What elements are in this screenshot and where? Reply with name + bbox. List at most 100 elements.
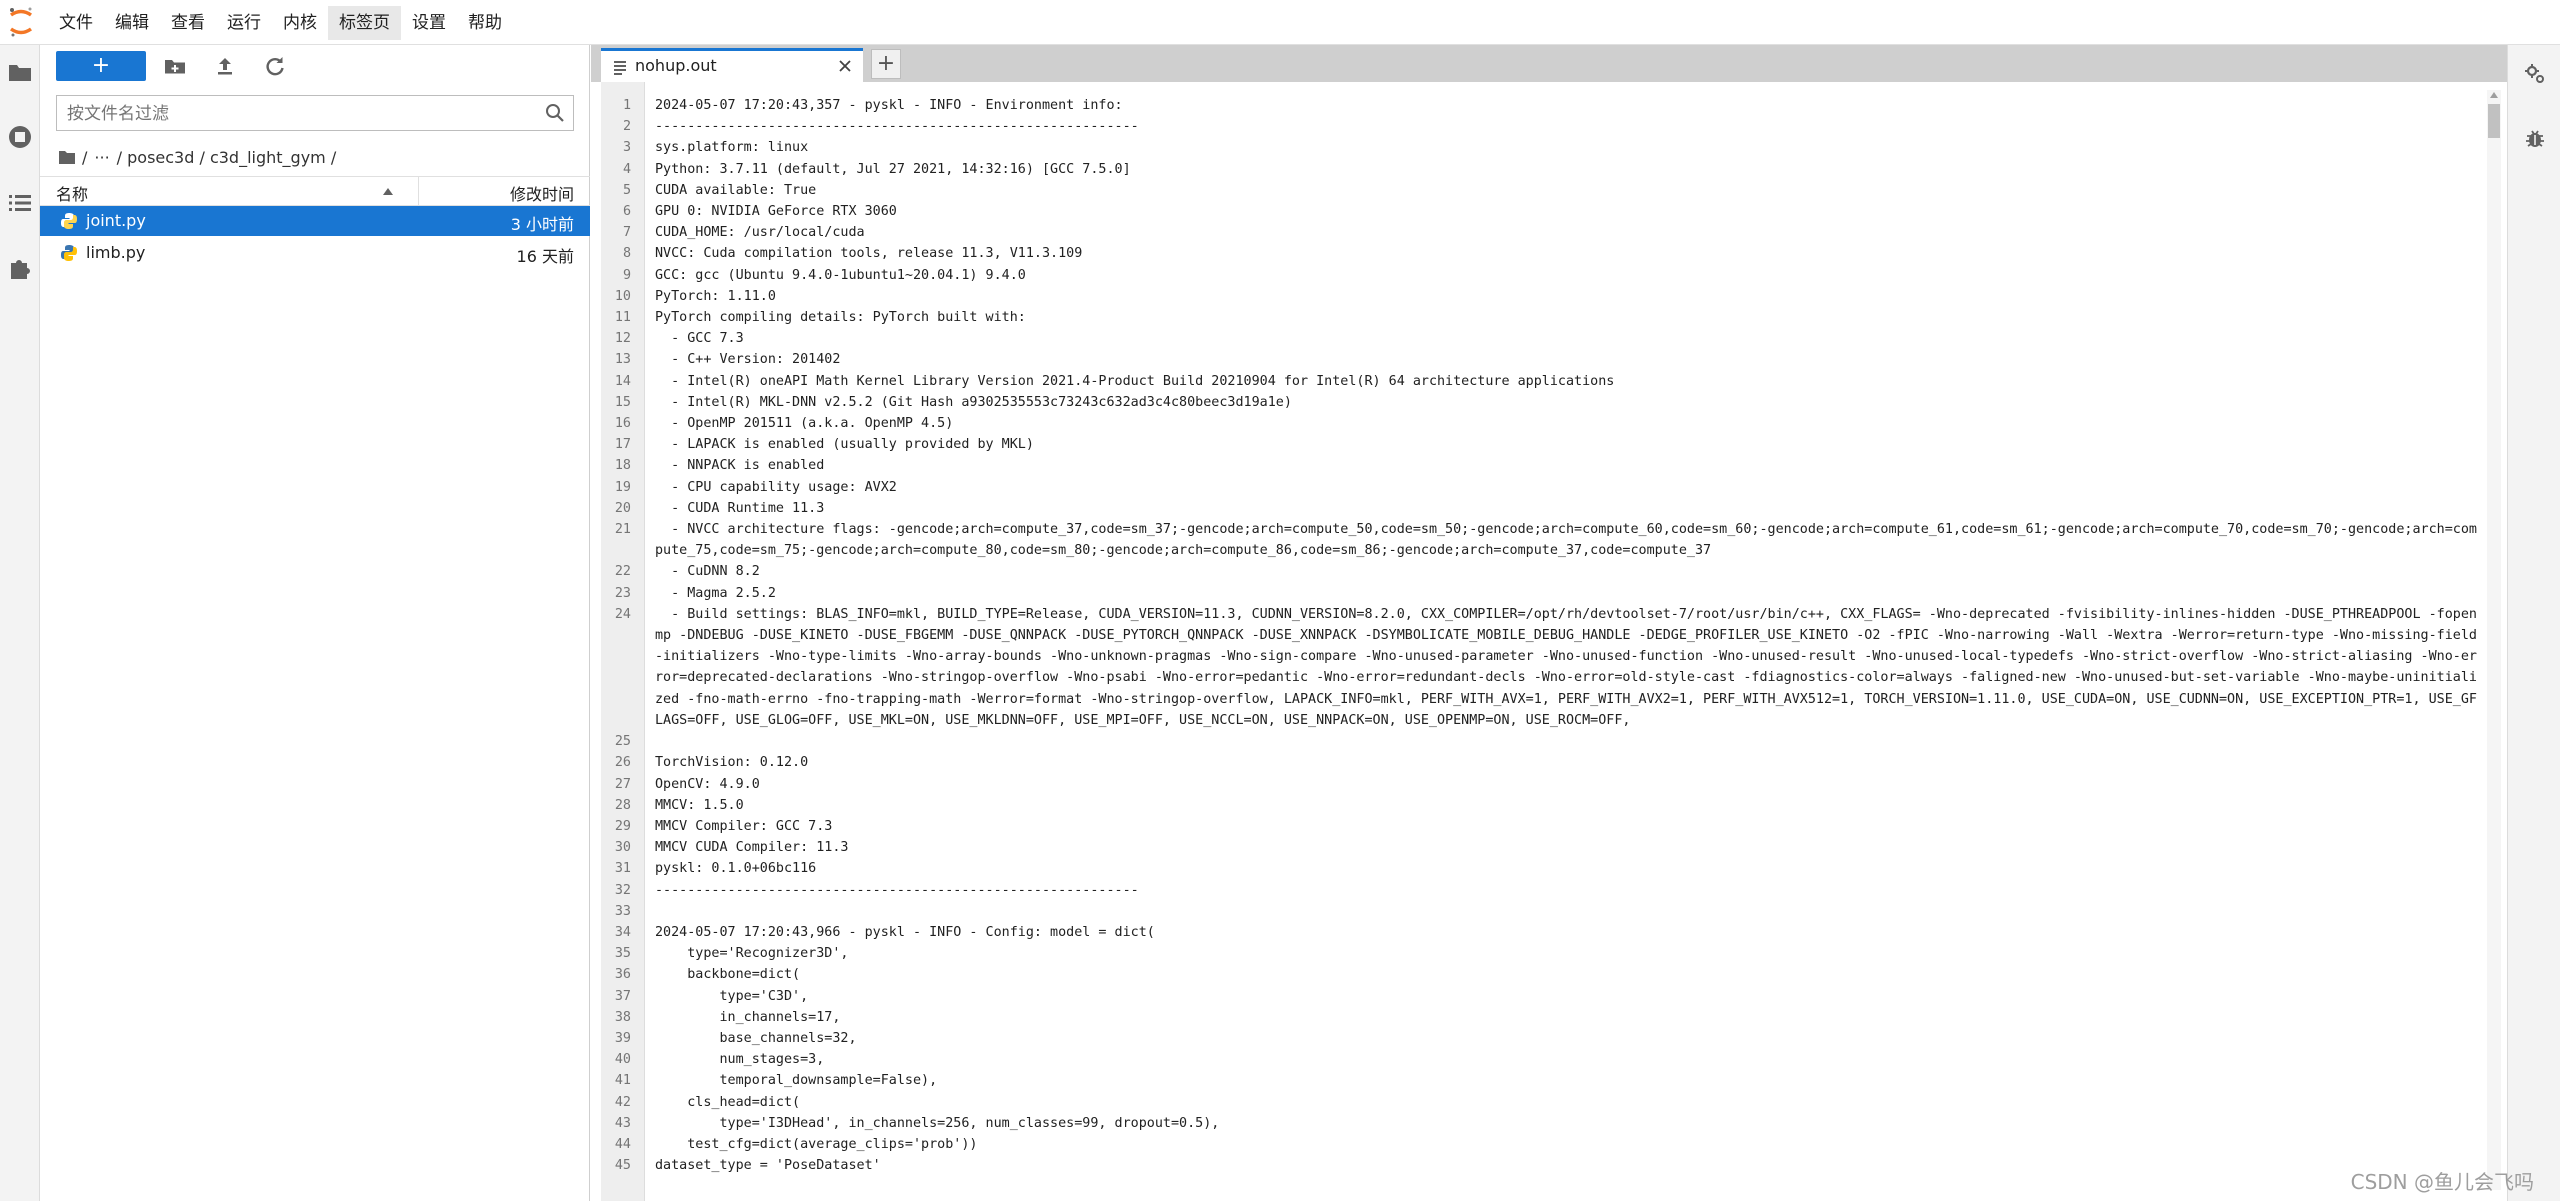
code-line: 1 2024-05-07 17:20:43,357 - pyskl - INFO … [591, 95, 2491, 116]
breadcrumb-ellipsis[interactable]: ··· [94, 148, 109, 167]
scrollbar-thumb[interactable] [2488, 104, 2500, 138]
upload-icon[interactable] [212, 53, 238, 79]
breadcrumb-root[interactable]: / [82, 148, 87, 167]
file-modified: 3 小时前 [510, 215, 574, 234]
new-folder-icon[interactable] [162, 53, 188, 79]
file-list-header: 名称 修改时间 [40, 176, 590, 206]
code-line: 25 [591, 731, 2491, 752]
jupyter-logo-icon[interactable] [8, 5, 34, 39]
add-tab-button[interactable]: + [871, 49, 901, 79]
menu-item[interactable]: 内核 [272, 6, 328, 40]
breadcrumb-path[interactable]: / posec3d / c3d_light_gym / [117, 148, 337, 167]
code-line: 39 base_channels=32, [591, 1028, 2491, 1049]
breadcrumb: / ··· / posec3d / c3d_light_gym / [58, 145, 343, 169]
line-number: 36 [614, 967, 631, 983]
line-text: MMCV: 1.5.0 [655, 797, 744, 813]
close-icon[interactable] [837, 58, 853, 74]
code-line: 3 sys.platform: linux [591, 137, 2491, 158]
vertical-scrollbar[interactable] [2487, 90, 2501, 1190]
line-number: 8 [622, 246, 631, 262]
line-number: 41 [614, 1073, 631, 1089]
menu-items: 文件 编辑 查看 运行 内核 标签页 设置 帮助 [48, 0, 513, 45]
text-editor[interactable]: 1 2024-05-07 17:20:43,357 - pyskl - INFO … [591, 82, 2507, 1201]
line-text: ----------------------------------------… [655, 119, 1139, 135]
line-number: 40 [614, 1052, 631, 1068]
text-file-icon [614, 61, 626, 75]
line-text: dataset_type = 'PoseDataset' [655, 1158, 881, 1174]
line-text: OpenCV: 4.9.0 [655, 776, 760, 792]
column-modified-header[interactable]: 修改时间 [510, 181, 574, 205]
line-number: 6 [622, 204, 631, 220]
line-text: 2024-05-07 17:20:43,357 - pyskl - INFO -… [655, 98, 1123, 113]
code-line: 34 2024-05-07 17:20:43,966 - pyskl - INFO… [591, 922, 2491, 943]
toc-icon[interactable] [7, 190, 33, 216]
line-number: 24 [614, 606, 631, 622]
line-number: 25 [614, 734, 631, 750]
line-text: PyTorch: 1.11.0 [655, 288, 776, 304]
menu-item[interactable]: 帮助 [457, 6, 513, 40]
menu-bar: 文件 编辑 查看 运行 内核 标签页 设置 帮助 [0, 0, 2560, 45]
menu-item[interactable]: 文件 [48, 6, 104, 40]
folder-icon[interactable] [7, 59, 33, 85]
tab-nohup-out[interactable]: nohup.out [601, 48, 863, 82]
line-number: 3 [622, 140, 631, 156]
menu-item[interactable]: 运行 [216, 6, 272, 40]
new-launcher-button[interactable]: + [56, 51, 146, 81]
running-icon[interactable] [7, 124, 33, 150]
code-line: 26 TorchVision: 0.12.0 [591, 752, 2491, 773]
line-text: - C++ Version: 201402 [655, 352, 841, 368]
code-line: 38 in_channels=17, [591, 1007, 2491, 1028]
search-icon [546, 104, 564, 122]
line-number: 32 [614, 882, 631, 898]
line-number: 20 [614, 500, 631, 516]
scroll-up-arrow-icon[interactable] [2490, 92, 2498, 98]
menu-item[interactable]: 设置 [401, 6, 457, 40]
code-line: 20 - CUDA Runtime 11.3 [591, 498, 2491, 519]
line-text: GPU 0: NVIDIA GeForce RTX 3060 [655, 204, 897, 220]
sort-ascending-icon[interactable] [382, 186, 394, 196]
code-line: 6 GPU 0: NVIDIA GeForce RTX 3060 [591, 201, 2491, 222]
menu-item[interactable]: 查看 [160, 6, 216, 40]
line-number: 10 [614, 288, 631, 304]
menu-item[interactable]: 标签页 [328, 5, 401, 40]
file-row-joint[interactable]: joint.py 3 小时前 [40, 206, 590, 236]
line-text: NVCC: Cuda compilation tools, release 11… [655, 246, 1083, 262]
line-text: test_cfg=dict(average_clips='prob')) [655, 1136, 978, 1152]
filter-input[interactable] [65, 99, 529, 129]
file-name: joint.py [86, 211, 146, 230]
code-content[interactable]: 1 2024-05-07 17:20:43,357 - pyskl - INFO … [591, 95, 2491, 1176]
line-number: 13 [614, 352, 631, 368]
property-inspector-icon[interactable] [2524, 63, 2546, 85]
code-line: 29 MMCV Compiler: GCC 7.3 [591, 816, 2491, 837]
line-text: - Intel(R) oneAPI Math Kernel Library Ve… [655, 373, 1615, 389]
file-row-limb[interactable]: limb.py 16 天前 [40, 238, 590, 268]
filter-search-box [56, 95, 574, 131]
line-number: 4 [622, 161, 631, 177]
line-text: GCC: gcc (Ubuntu 9.4.0-1ubuntu1~20.04.1)… [655, 267, 1026, 283]
line-text: - CUDA Runtime 11.3 [655, 500, 825, 516]
line-number: 17 [614, 437, 631, 453]
watermark: CSDN @鱼儿会飞吗 [2350, 1170, 2534, 1194]
line-text [645, 901, 2485, 922]
line-text: 2024-05-07 17:20:43,966 - pyskl - INFO -… [655, 924, 1155, 940]
code-line: 31 pyskl: 0.1.0+06bc116 [591, 858, 2491, 879]
line-number: 11 [614, 310, 631, 326]
home-folder-icon[interactable] [58, 149, 76, 165]
line-text: ----------------------------------------… [655, 882, 1139, 898]
column-divider[interactable] [418, 177, 419, 205]
code-line: 44 test_cfg=dict(average_clips='prob')) [591, 1134, 2491, 1155]
line-text: MMCV CUDA Compiler: 11.3 [655, 840, 849, 856]
line-text: - LAPACK is enabled (usually provided by… [655, 437, 1034, 453]
code-line: 9 GCC: gcc (Ubuntu 9.4.0-1ubuntu1~20.04.1… [591, 265, 2491, 286]
debugger-icon[interactable] [2524, 127, 2546, 149]
menu-item[interactable]: 编辑 [104, 6, 160, 40]
line-number: 33 [614, 903, 631, 919]
line-number: 45 [614, 1158, 631, 1174]
right-activity-bar [2507, 45, 2560, 1201]
code-line: 16 - OpenMP 201511 (a.k.a. OpenMP 4.5) [591, 413, 2491, 434]
extension-icon[interactable] [7, 255, 33, 281]
code-line: 32 --------------------------------------… [591, 880, 2491, 901]
line-number: 23 [614, 585, 631, 601]
column-name-header[interactable]: 名称 [56, 181, 88, 205]
refresh-icon[interactable] [262, 53, 288, 79]
